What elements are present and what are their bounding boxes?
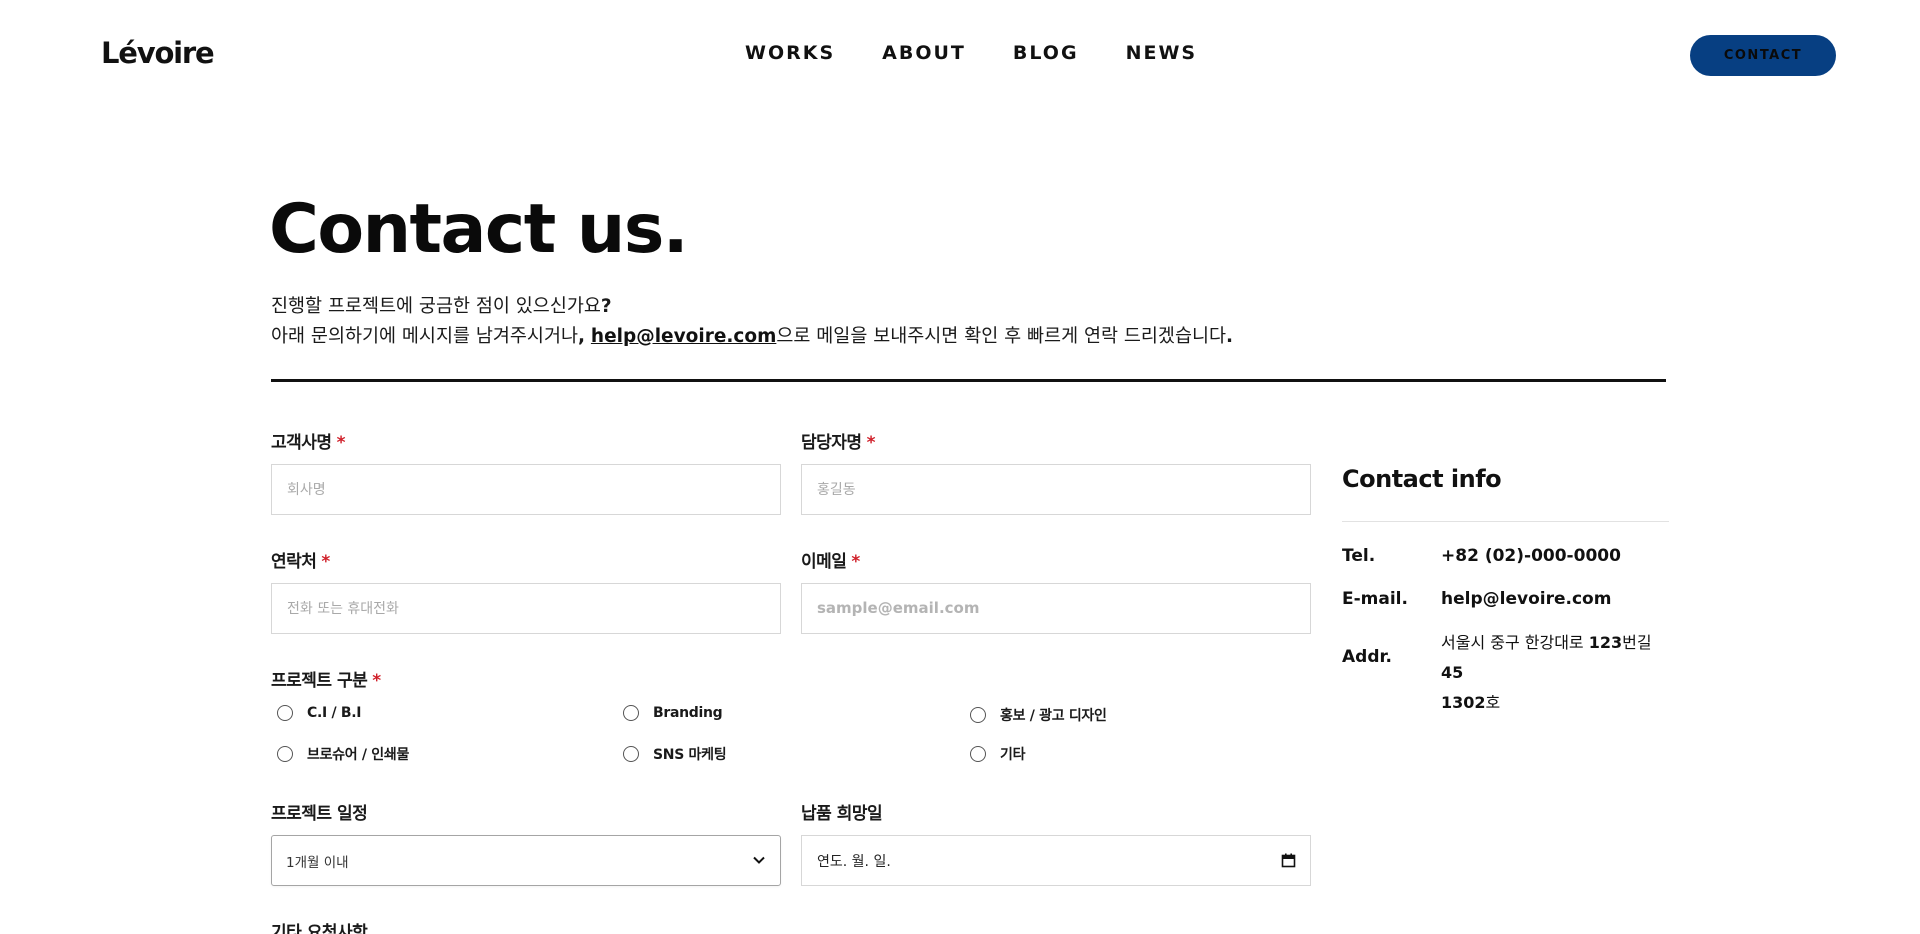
email-info-label: E-mail. [1342, 589, 1408, 609]
intro-line-1-text: 진행할 프로젝트에 궁금한 점이 있으신가요 [271, 296, 601, 317]
addr-part-2: 번길 [1622, 633, 1652, 652]
manager-name-label: 담당자명 * [801, 428, 875, 453]
radio-label: SNS 마케팅 [653, 747, 727, 763]
contact-info-divider [1342, 521, 1669, 522]
radio-label: 기타 [1000, 747, 1026, 763]
radio-label: 홍보 / 광고 디자인 [1000, 708, 1107, 724]
radio-button[interactable] [970, 746, 986, 762]
section-divider [271, 379, 1666, 382]
nav-news[interactable]: NEWS [1126, 42, 1198, 64]
phone-label-text: 연락처 [271, 552, 317, 572]
radio-option-brochure[interactable]: 브로슈어 / 인쇄물 [277, 744, 409, 764]
email-link[interactable]: help@levoire.com [591, 326, 776, 347]
intro-question-mark: ? [600, 296, 612, 317]
radio-button[interactable] [277, 705, 293, 721]
addr-part-1: 서울시 중구 한강대로 [1441, 633, 1589, 652]
radio-label: 브로슈어 / 인쇄물 [307, 747, 410, 763]
project-type-label-text: 프로젝트 구분 [271, 671, 368, 691]
chevron-down-icon [753, 856, 765, 864]
phone-input[interactable] [271, 583, 781, 634]
required-mark: * [321, 552, 330, 572]
calendar-icon[interactable] [1281, 853, 1296, 868]
nav-works[interactable]: WORKS [745, 42, 835, 64]
tel-value: +82 (02)-000-0000 [1441, 546, 1621, 566]
schedule-selected-value: 1개월 이내 [286, 854, 349, 871]
radio-button[interactable] [277, 746, 293, 762]
schedule-label: 프로젝트 일정 [271, 804, 368, 824]
addr-label: Addr. [1342, 647, 1392, 667]
site-logo[interactable]: Lévoire [101, 36, 215, 70]
radio-button[interactable] [623, 705, 639, 721]
radio-option-ci-bi[interactable]: C.I / B.I [277, 705, 361, 721]
intro-text: 진행할 프로젝트에 궁금한 점이 있으신가요? 아래 문의하기에 메시지를 남겨… [271, 292, 1233, 352]
nav-about[interactable]: ABOUT [882, 42, 966, 64]
due-date-input[interactable]: 연도. 월. 일. [801, 835, 1311, 886]
schedule-select[interactable]: 1개월 이내 [271, 835, 781, 886]
required-mark: * [336, 433, 346, 453]
project-type-label: 프로젝트 구분 * [271, 666, 381, 691]
email-info-value: help@levoire.com [1441, 589, 1612, 609]
contact-button[interactable]: CONTACT [1690, 35, 1836, 76]
contact-info-title: Contact info [1342, 465, 1502, 493]
site-header: Lévoire WORKS ABOUT BLOG NEWS CONTACT [0, 0, 1920, 110]
email-input[interactable] [801, 583, 1311, 634]
due-date-label: 납품 희망일 [801, 804, 883, 824]
client-name-label-text: 고객사명 [271, 433, 332, 453]
email-label-text: 이메일 [801, 552, 847, 572]
intro-line-1: 진행할 프로젝트에 궁금한 점이 있으신가요? [271, 292, 1233, 322]
main-nav: WORKS ABOUT BLOG NEWS [745, 42, 1244, 64]
radio-button[interactable] [623, 746, 639, 762]
email-label: 이메일 * [801, 547, 860, 572]
addr-value: 서울시 중구 한강대로 123번길 45 1302호 [1441, 628, 1671, 718]
intro-comma: , [577, 326, 586, 347]
intro-period: . [1226, 326, 1234, 347]
client-name-input[interactable] [271, 464, 781, 515]
addr-number-2: 45 [1441, 663, 1464, 682]
due-date-placeholder: 연도. 월. 일. [817, 853, 891, 870]
intro-line-2-before: 아래 문의하기에 메시지를 남겨주시거나 [271, 326, 578, 347]
addr-number-1: 123 [1588, 633, 1623, 652]
radio-label: C.I / B.I [307, 705, 362, 721]
page-title: Contact us. [269, 190, 689, 269]
nav-blog[interactable]: BLOG [1013, 42, 1079, 64]
radio-option-ad-design[interactable]: 홍보 / 광고 디자인 [970, 705, 1107, 725]
radio-option-other[interactable]: 기타 [970, 744, 1025, 764]
addr-number-3: 1302 [1441, 693, 1486, 712]
phone-label: 연락처 * [271, 547, 330, 572]
radio-option-sns[interactable]: SNS 마케팅 [623, 744, 727, 764]
manager-name-input[interactable] [801, 464, 1311, 515]
manager-name-label-text: 담당자명 [801, 433, 862, 453]
radio-option-branding[interactable]: Branding [623, 705, 723, 721]
other-request-label: 기타 요청사항 [271, 923, 368, 934]
required-mark: * [866, 433, 876, 453]
tel-label: Tel. [1342, 546, 1376, 566]
intro-line-2: 아래 문의하기에 메시지를 남겨주시거나, help@levoire.com으로… [271, 322, 1233, 352]
radio-button[interactable] [970, 707, 986, 723]
client-name-label: 고객사명 * [271, 428, 345, 453]
required-mark: * [851, 552, 860, 572]
intro-line-2-after: 으로 메일을 보내주시면 확인 후 빠르게 연락 드리겠습니다 [776, 326, 1227, 347]
required-mark: * [372, 671, 381, 691]
radio-label: Branding [653, 705, 723, 721]
addr-part-3: 호 [1485, 693, 1501, 712]
